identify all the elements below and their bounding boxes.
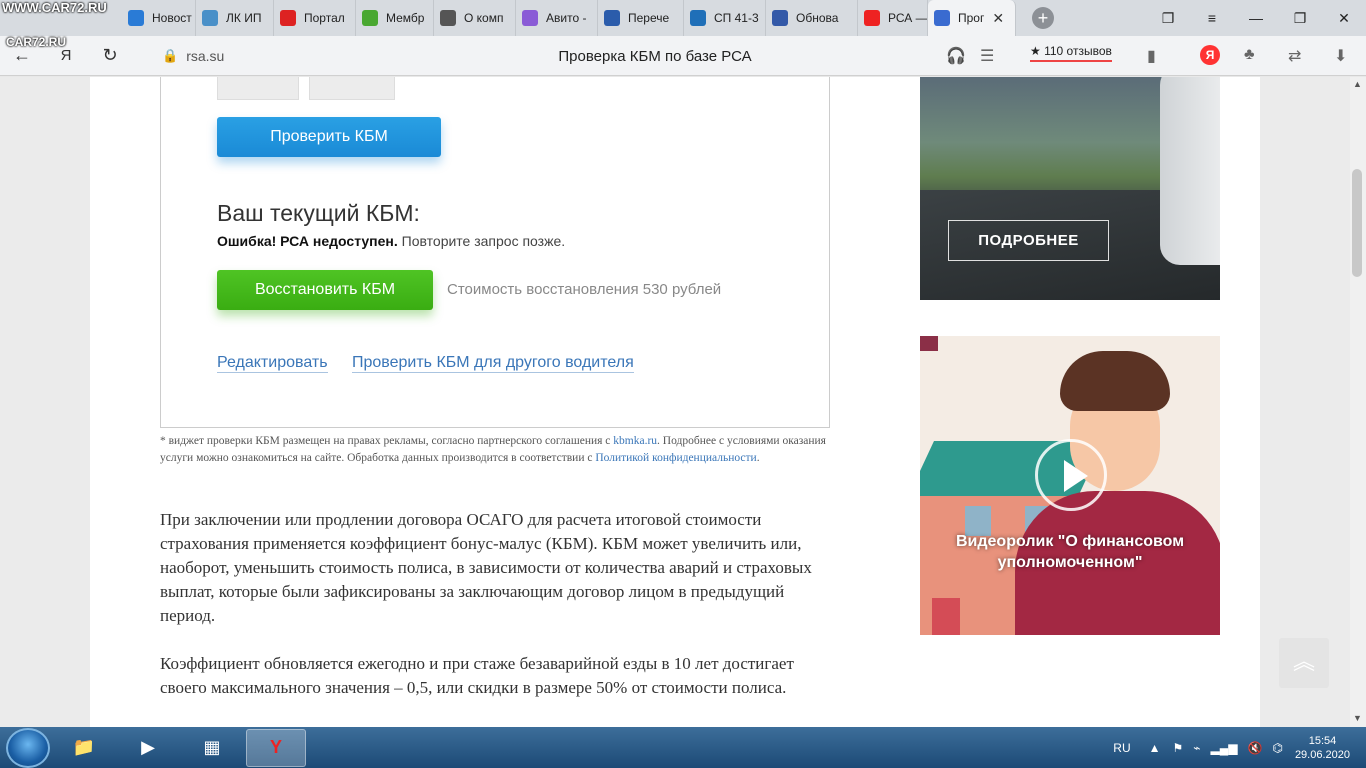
kbm-widget: Проверить КБМ Ваш текущий КБМ: Ошибка! Р…	[160, 77, 830, 428]
video-title: Видеоролик "О финансовом уполномоченном"	[955, 533, 1185, 571]
check-kbm-button[interactable]: Проверить КБМ	[217, 117, 441, 157]
car-image	[1160, 77, 1220, 265]
windows-taskbar: 📁 ▶ ▦ Y RU ▲ ⚑ ⌁ ▂▄▆ 🔇 ⌬ 15:54 29.06.202…	[0, 727, 1366, 768]
minimize-button[interactable]: —	[1234, 10, 1278, 26]
tab-5[interactable]: О комп	[434, 0, 516, 36]
usb-icon[interactable]: ⌁	[1193, 741, 1200, 755]
tab-6[interactable]: Авито -	[516, 0, 598, 36]
yandex-badge[interactable]: Я	[1200, 45, 1220, 65]
tab-10[interactable]: РСА —	[858, 0, 928, 36]
power-icon[interactable]: ⌬	[1272, 741, 1282, 755]
network-icon[interactable]: ▂▄▆	[1211, 741, 1238, 755]
address-bar: ← Я ↻ 🔒 rsa.su Проверка КБМ по базе РСА …	[0, 36, 1366, 76]
check-other-driver-link[interactable]: Проверить КБМ для другого водителя	[352, 354, 634, 373]
lock-icon[interactable]: 🔒	[162, 48, 178, 64]
star-badge-icon	[772, 10, 788, 26]
close-tab-icon[interactable]: ✕	[992, 10, 1004, 27]
headphones-icon[interactable]: 🎧	[946, 46, 966, 66]
russia-flag-icon	[280, 10, 296, 26]
volume-icon[interactable]: 🔇	[1248, 741, 1263, 755]
tab-strip: WWW.CAR72.RU CAR72.RU Новост ЛК ИП Портал М…	[0, 0, 1366, 49]
info-icon	[690, 10, 706, 26]
reviews-badge[interactable]: ★ 110 отзывов	[1030, 44, 1112, 62]
article-paragraph-2: Коэффициент обновляется ежегодно и при с…	[160, 654, 794, 697]
edit-link[interactable]: Редактировать	[217, 354, 328, 373]
coat-of-arms-icon	[604, 10, 620, 26]
tab-label: Прог	[958, 11, 985, 25]
menu-icon[interactable]: ≡	[1190, 10, 1234, 26]
tab-label: Обнова	[796, 11, 839, 25]
maximize-button[interactable]: ❐	[1278, 10, 1322, 27]
car-ad-banner[interactable]: ПОДРОБНЕЕ	[920, 77, 1220, 300]
tab-1[interactable]: Новост	[122, 0, 196, 36]
privacy-policy-link[interactable]: Политикой конфиденциальности	[595, 452, 756, 464]
license-number-input[interactable]	[309, 77, 395, 100]
banner-tag	[920, 336, 938, 351]
start-button[interactable]	[6, 727, 50, 768]
tray-arrow-icon[interactable]: ▲	[1149, 741, 1161, 755]
tab-label: О комп	[464, 11, 504, 25]
restore-cost-text: Стоимость восстановления 530 рублей	[447, 281, 722, 298]
document-icon	[440, 10, 456, 26]
vertical-scrollbar[interactable]: ▲ ▼	[1350, 77, 1366, 727]
tab-4[interactable]: Мембр	[356, 0, 434, 36]
page-content: Проверить КБМ Ваш текущий КБМ: Ошибка! Р…	[90, 77, 1260, 727]
tab-3[interactable]: Портал	[274, 0, 356, 36]
widget-footnote: * виджет проверки КБМ размещен на правах…	[160, 435, 826, 464]
extension-icon[interactable]: ♣	[1244, 46, 1255, 64]
error-message: Ошибка! РСА недоступен. Повторите запрос…	[217, 233, 566, 249]
reader-mode-icon[interactable]: ☰	[980, 46, 994, 66]
translate-icon[interactable]: ⇄	[1288, 46, 1301, 66]
close-window-button[interactable]: ✕	[1322, 10, 1366, 27]
site-watermark-logo: WWW.CAR72.RU CAR72.RU	[2, 0, 107, 49]
tab-label: СП 41-3	[714, 11, 759, 25]
calculator-taskbar-icon[interactable]: ▦	[182, 729, 242, 767]
explorer-taskbar-icon[interactable]: 📁	[54, 729, 114, 767]
scroll-up-arrow[interactable]: ▲	[1353, 79, 1362, 89]
tab-2[interactable]: ЛК ИП	[196, 0, 274, 36]
restore-kbm-button[interactable]: Восстановить КБМ	[217, 270, 433, 310]
license-series-input[interactable]	[217, 77, 299, 100]
yandex-browser-taskbar-icon[interactable]: Y	[246, 728, 306, 767]
play-icon[interactable]	[1035, 439, 1107, 511]
tab-label: Портал	[304, 11, 345, 25]
tab-label: Мембр	[386, 11, 425, 25]
yandex-icon	[864, 10, 880, 26]
language-indicator[interactable]: RU	[1113, 741, 1130, 755]
kbmka-link[interactable]: kbmka.ru	[613, 435, 657, 447]
media-player-taskbar-icon[interactable]: ▶	[118, 729, 178, 767]
tab-label: Авито -	[546, 11, 587, 25]
person-hair-image	[1060, 351, 1170, 411]
news-icon	[128, 10, 144, 26]
more-button[interactable]: ПОДРОБНЕЕ	[948, 220, 1109, 261]
video-banner[interactable]: Видеоролик "О финансовом уполномоченном"	[920, 336, 1220, 635]
new-tab-button[interactable]: +	[1032, 7, 1054, 29]
tab-label: Новост	[152, 11, 192, 25]
system-tray: RU ▲ ⚑ ⌁ ▂▄▆ 🔇 ⌬ 15:54 29.06.2020	[1113, 727, 1366, 768]
tab-9[interactable]: Обнова	[766, 0, 858, 36]
action-center-icon[interactable]: ⚑	[1173, 741, 1184, 755]
tab-label: ЛК ИП	[226, 11, 262, 25]
bookmarks-manager-icon[interactable]: ❐	[1146, 10, 1190, 27]
tab-label: РСА —	[888, 11, 928, 25]
tab-7[interactable]: Перече	[598, 0, 684, 36]
scrollbar-thumb[interactable]	[1352, 169, 1362, 277]
kbm-result-title: Ваш текущий КБМ:	[217, 200, 420, 226]
page-viewport: Проверить КБМ Ваш текущий КБМ: Ошибка! Р…	[0, 77, 1350, 727]
clock[interactable]: 15:54 29.06.2020	[1295, 734, 1350, 762]
scroll-down-arrow[interactable]: ▼	[1353, 713, 1362, 723]
rsa-flag-icon	[934, 10, 950, 26]
door-image	[932, 598, 960, 635]
scroll-to-top-button[interactable]: ︽	[1279, 638, 1329, 688]
tab-11[interactable]: Прог ✕	[928, 0, 1016, 36]
article-paragraph-1: При заключении или продлении договора ОС…	[160, 510, 812, 625]
tab-8[interactable]: СП 41-3	[684, 0, 766, 36]
url-field[interactable]: rsa.su	[186, 48, 224, 64]
download-icon[interactable]: ⬇	[1334, 46, 1347, 66]
tab-label: Перече	[628, 11, 670, 25]
tax-service-icon	[202, 10, 218, 26]
bookmark-icon[interactable]: ▮	[1147, 46, 1156, 66]
avito-icon	[522, 10, 538, 26]
puzzle-icon	[362, 10, 378, 26]
